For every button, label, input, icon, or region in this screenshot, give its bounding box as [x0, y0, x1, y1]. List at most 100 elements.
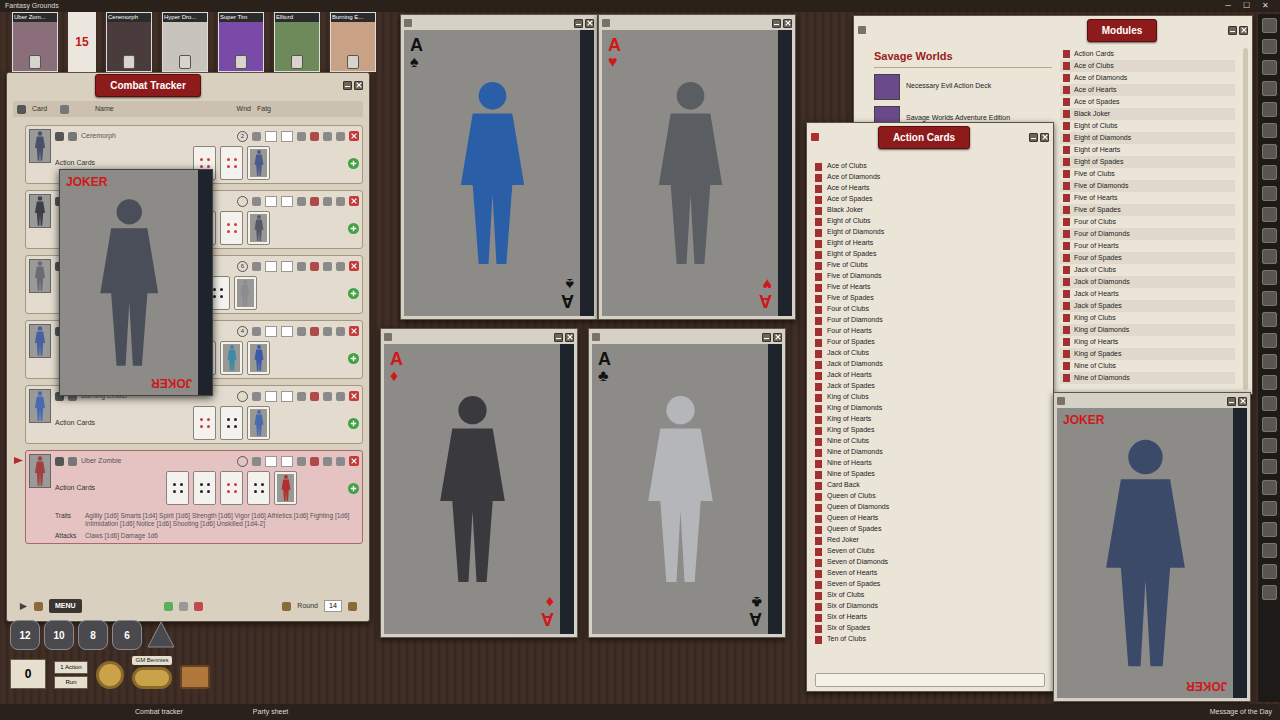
next-actor-icon[interactable]: [19, 602, 28, 611]
action-card-item[interactable]: Eight of Diamonds: [815, 227, 1049, 238]
action-card-item[interactable]: Eight of Hearts: [815, 238, 1049, 249]
action-card-item[interactable]: Five of Hearts: [815, 282, 1049, 293]
action-card-item[interactable]: Ten of Clubs: [815, 634, 1049, 645]
joker-card-window[interactable]: JOKERJOKER: [1053, 392, 1251, 702]
chest-icon[interactable]: [180, 665, 210, 689]
faction-icon[interactable]: [68, 132, 77, 141]
target-icon[interactable]: [252, 197, 261, 206]
action-card-item[interactable]: Four of Clubs: [815, 304, 1049, 315]
portrait[interactable]: Burning E...: [330, 12, 376, 72]
record-item[interactable]: Four of Hearts: [1060, 240, 1235, 252]
wounds-box[interactable]: [265, 261, 277, 272]
die[interactable]: 8: [78, 620, 108, 650]
shaken-icon[interactable]: [310, 197, 319, 206]
close-icon[interactable]: [1238, 397, 1247, 406]
action-card-item[interactable]: Red Joker: [815, 535, 1049, 546]
action-card-item[interactable]: Five of Spades: [815, 293, 1049, 304]
sidebar-tool-icon[interactable]: [1262, 165, 1277, 180]
action-card-item[interactable]: Queen of Clubs: [815, 491, 1049, 502]
fatigue-box[interactable]: [281, 456, 293, 467]
close-icon[interactable]: [773, 333, 782, 342]
grip-icon[interactable]: [384, 333, 392, 341]
sidebar-tool-icon[interactable]: [1262, 438, 1277, 453]
effects-icon[interactable]: [297, 132, 306, 141]
record-item[interactable]: Ace of Diamonds: [1060, 72, 1235, 84]
token-icon[interactable]: [235, 55, 247, 69]
record-item[interactable]: Eight of Clubs: [1060, 120, 1235, 132]
sidebar-tool-icon[interactable]: [1262, 459, 1277, 474]
grip-icon[interactable]: [811, 133, 819, 141]
record-item[interactable]: Ace of Hearts: [1060, 84, 1235, 96]
close-icon[interactable]: [585, 19, 594, 28]
record-item[interactable]: Ace of Spades: [1060, 96, 1235, 108]
action-card-item[interactable]: Four of Spades: [815, 337, 1049, 348]
token-icon[interactable]: [291, 55, 303, 69]
combat-tracker-window[interactable]: Combat TrackerCardNameWndFatgCeremorph2A…: [6, 72, 370, 622]
wounds-box[interactable]: [265, 456, 277, 467]
menu-button[interactable]: MENU: [49, 599, 82, 614]
minimize-icon[interactable]: [772, 19, 781, 28]
hand-card[interactable]: [166, 471, 189, 505]
sidebar-tool-icon[interactable]: [1262, 354, 1277, 369]
hand-card[interactable]: [220, 146, 243, 180]
filter-icon[interactable]: [60, 105, 69, 114]
visibility-icon[interactable]: [55, 132, 64, 141]
record-item[interactable]: Four of Diamonds: [1060, 228, 1235, 240]
sidebar-tool-icon[interactable]: [1262, 375, 1277, 390]
effects-icon[interactable]: [297, 327, 306, 336]
faction-icon[interactable]: [68, 457, 77, 466]
sidebar-tool-icon[interactable]: [1262, 312, 1277, 327]
minimize-icon[interactable]: [574, 19, 583, 28]
sidebar-tool-icon[interactable]: [1262, 18, 1277, 33]
add-card-icon[interactable]: [348, 418, 359, 429]
portrait[interactable]: Ceremorph: [106, 12, 152, 72]
minimize-icon[interactable]: [554, 333, 563, 342]
sidebar-tool-icon[interactable]: [1262, 543, 1277, 558]
record-item[interactable]: Eight of Hearts: [1060, 144, 1235, 156]
target-icon[interactable]: [252, 132, 261, 141]
action-card-item[interactable]: Five of Clubs: [815, 260, 1049, 271]
record-item[interactable]: Jack of Diamonds: [1060, 276, 1235, 288]
record-item[interactable]: Four of Clubs: [1060, 216, 1235, 228]
record-item[interactable]: Five of Clubs: [1060, 168, 1235, 180]
hand-card[interactable]: [247, 341, 270, 375]
delete-icon[interactable]: [349, 326, 359, 336]
fatigue-box[interactable]: [281, 391, 293, 402]
action-card-item[interactable]: Eight of Spades: [815, 249, 1049, 260]
action-card-item[interactable]: Ace of Spades: [815, 194, 1049, 205]
add-card-icon[interactable]: [348, 223, 359, 234]
record-item[interactable]: King of Clubs: [1060, 312, 1235, 324]
grip-icon[interactable]: [404, 19, 412, 27]
target-icon[interactable]: [252, 457, 261, 466]
action-card-item[interactable]: Four of Diamonds: [815, 315, 1049, 326]
delete-icon[interactable]: [349, 131, 359, 141]
record-item[interactable]: King of Spades: [1060, 348, 1235, 360]
delete-icon[interactable]: [349, 261, 359, 271]
effects-icon[interactable]: [297, 392, 306, 401]
sidebar-tool-icon[interactable]: [1262, 564, 1277, 579]
settings-icon[interactable]: [323, 327, 332, 336]
add-card-icon[interactable]: [348, 353, 359, 364]
hand-card[interactable]: [193, 471, 216, 505]
card-window[interactable]: A♥A♥: [598, 14, 796, 320]
record-item[interactable]: King of Hearts: [1060, 336, 1235, 348]
sidebar-tool-icon[interactable]: [1262, 228, 1277, 243]
action-card-item[interactable]: Jack of Clubs: [815, 348, 1049, 359]
hand-card[interactable]: [234, 276, 257, 310]
hand-card[interactable]: [247, 146, 270, 180]
eye-icon[interactable]: [17, 105, 26, 114]
effects-icon[interactable]: [297, 197, 306, 206]
minimize-icon[interactable]: [343, 81, 352, 90]
shaken-icon[interactable]: [310, 392, 319, 401]
row-name[interactable]: Ceremorph: [81, 131, 233, 142]
taskbar-item[interactable]: Party sheet: [253, 707, 288, 718]
d4-icon[interactable]: [146, 620, 176, 650]
action-card-item[interactable]: Seven of Spades: [815, 579, 1049, 590]
fatigue-box[interactable]: [281, 196, 293, 207]
neutral-icon[interactable]: [179, 602, 188, 611]
options-icon[interactable]: [336, 327, 345, 336]
record-item[interactable]: Jack of Clubs: [1060, 264, 1235, 276]
action-card-item[interactable]: King of Spades: [815, 425, 1049, 436]
hand-card[interactable]: [220, 211, 243, 245]
record-item[interactable]: Nine of Diamonds: [1060, 372, 1235, 384]
